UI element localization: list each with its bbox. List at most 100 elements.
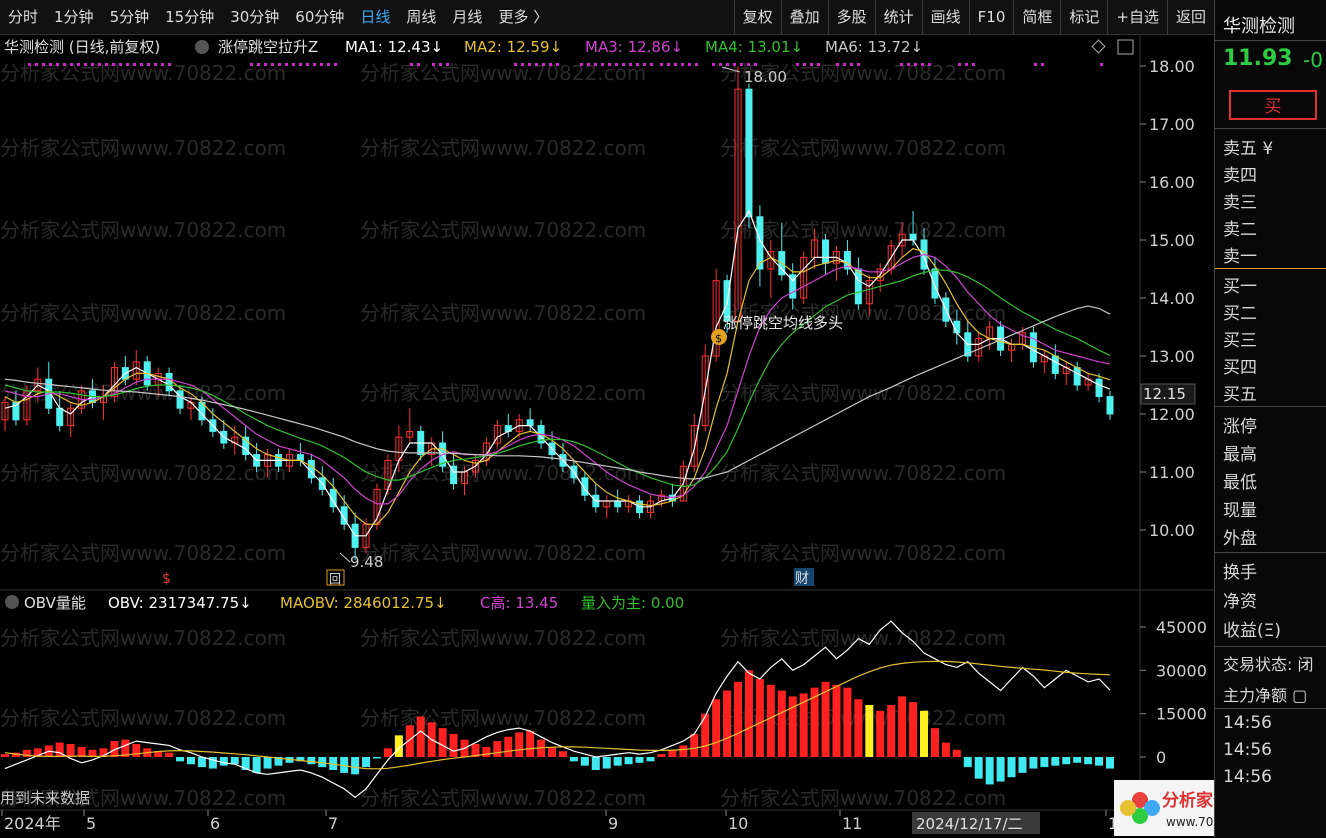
tool-button-2[interactable]: 多股 [827, 0, 875, 34]
signal-dot [907, 63, 910, 66]
obv-bar [569, 757, 578, 762]
period-tab-3[interactable]: 15分钟 [157, 0, 222, 34]
buy-button[interactable]: 买 [1229, 90, 1317, 120]
signal-dot [836, 63, 839, 66]
signal-dot [900, 63, 903, 66]
tool-button-6[interactable]: 简框 [1013, 0, 1060, 34]
signal-dot [84, 63, 87, 66]
candle-body [526, 419, 534, 427]
tool-button-5[interactable]: F10 [968, 0, 1014, 34]
signal-dot [77, 63, 80, 66]
signal-dot [601, 63, 604, 66]
signal-dot [542, 63, 545, 66]
sell-row-3: 卖二 [1223, 220, 1257, 240]
obv-bar [734, 681, 743, 757]
obv-bar [580, 757, 589, 766]
stat2-row-1: 净资 [1223, 592, 1257, 612]
watermark-text: 分析家公式网www.70822.com [360, 541, 646, 565]
watermark-text: 分析家公式网www.70822.com [360, 218, 646, 242]
signal-dot [168, 63, 171, 66]
site-logo: 分析家公式网 www.70822.com [1114, 780, 1214, 836]
tool-button-9[interactable]: 返回 [1166, 0, 1214, 34]
ma-legend-1: MA2: 12.59↓ [464, 38, 562, 56]
low-pointer [339, 552, 351, 563]
tool-button-7[interactable]: 标记 [1060, 0, 1107, 34]
signal-dot [313, 63, 316, 66]
signal-label: 涨停跳空均线多头 [723, 314, 843, 332]
signal-dot [587, 63, 590, 66]
panel-toggle-icon[interactable] [1117, 39, 1134, 55]
obv-bar [1018, 757, 1027, 773]
signal-dot [615, 63, 618, 66]
signal-dot [327, 63, 330, 66]
signal-dot [608, 63, 611, 66]
signal-dot [154, 63, 157, 66]
obv-bar [482, 746, 491, 757]
period-toolbar: 分时 1分钟 5分钟 15分钟 30分钟 60分钟 日线 周线 月线 更多 〉 复权 叠加 多股 统计画… [0, 0, 1214, 35]
period-tab-4[interactable]: 30分钟 [222, 0, 287, 34]
diamond-icon[interactable] [1091, 39, 1106, 54]
obv-bar [996, 757, 1005, 782]
signal-dot [306, 63, 309, 66]
period-tab-2[interactable]: 5分钟 [102, 0, 158, 34]
period-tab-6[interactable]: 日线 [352, 0, 398, 34]
date-tick-label: 5 [86, 814, 96, 833]
formula-name[interactable]: 涨停跳空拉升Z [218, 38, 318, 56]
signal-dot [285, 63, 288, 66]
tool-button-1[interactable]: 叠加 [780, 0, 828, 34]
obv-name[interactable]: OBV量能 [24, 594, 86, 612]
signal-dot [264, 63, 267, 66]
signal-dot [622, 63, 625, 66]
candle-body [296, 454, 304, 461]
watermark-text: 分析家公式网www.70822.com [360, 381, 646, 405]
price-tick-label: 17.00 [1149, 115, 1195, 134]
period-tab-0[interactable]: 分时 [0, 0, 46, 34]
signal-dot [843, 63, 846, 66]
signal-dot [660, 63, 663, 66]
obv-bar [526, 731, 535, 757]
chart-area[interactable]: 分析家公式网www.70822.com 分析家公式网www.70822.com 分析… [0, 34, 1214, 838]
tool-button-3[interactable]: 统计 [874, 0, 922, 34]
obv-bar [1095, 757, 1104, 766]
signal-dot [49, 63, 52, 66]
period-tab-8[interactable]: 月线 [444, 0, 490, 34]
period-tab-9[interactable]: 更多 〉 [490, 0, 556, 34]
panel-stock-name: 华测检测 [1223, 16, 1295, 37]
obv-bar [635, 757, 644, 763]
trade-status: 交易状态: 闭 [1223, 655, 1314, 674]
signal-dot [292, 63, 295, 66]
signal-dot [147, 63, 150, 66]
tool-button-8[interactable]: +自选 [1107, 0, 1167, 34]
signal-dot [681, 63, 684, 66]
candle-body [1073, 367, 1081, 386]
period-tab-1[interactable]: 1分钟 [46, 0, 102, 34]
signal-dot [817, 63, 820, 66]
tool-button-0[interactable]: 复权 [733, 0, 781, 34]
obv-bar [679, 745, 688, 757]
logo-name: 分析家公式网 [1162, 790, 1214, 811]
obv-bar [909, 702, 918, 757]
ma-legend-3: MA4: 13.01↓ [705, 38, 803, 56]
panel-change: -0 [1303, 48, 1323, 72]
obv-chevron-icon[interactable] [5, 595, 19, 609]
tool-button-4[interactable]: 画线 [921, 0, 969, 34]
obv-bar [351, 757, 360, 775]
hui-marker: 回 [329, 572, 341, 586]
period-tab-7[interactable]: 周线 [398, 0, 444, 34]
signal-dot [299, 63, 302, 66]
signal-dot [594, 63, 597, 66]
candle-body [854, 268, 862, 305]
period-tab-5[interactable]: 60分钟 [287, 0, 352, 34]
obv-bar [591, 757, 600, 770]
signal-dot [712, 63, 715, 66]
future-warning: 用到未来数据 [0, 789, 90, 807]
signal-dot [850, 63, 853, 66]
obv-bar [77, 746, 86, 757]
signal-dot [446, 63, 449, 66]
formula-chevron-icon[interactable] [195, 40, 209, 54]
obv-bar [252, 757, 261, 773]
obv-bar [558, 751, 567, 757]
signal-dot [126, 63, 129, 66]
obv-bar [657, 754, 666, 757]
obv-bar [197, 757, 206, 768]
